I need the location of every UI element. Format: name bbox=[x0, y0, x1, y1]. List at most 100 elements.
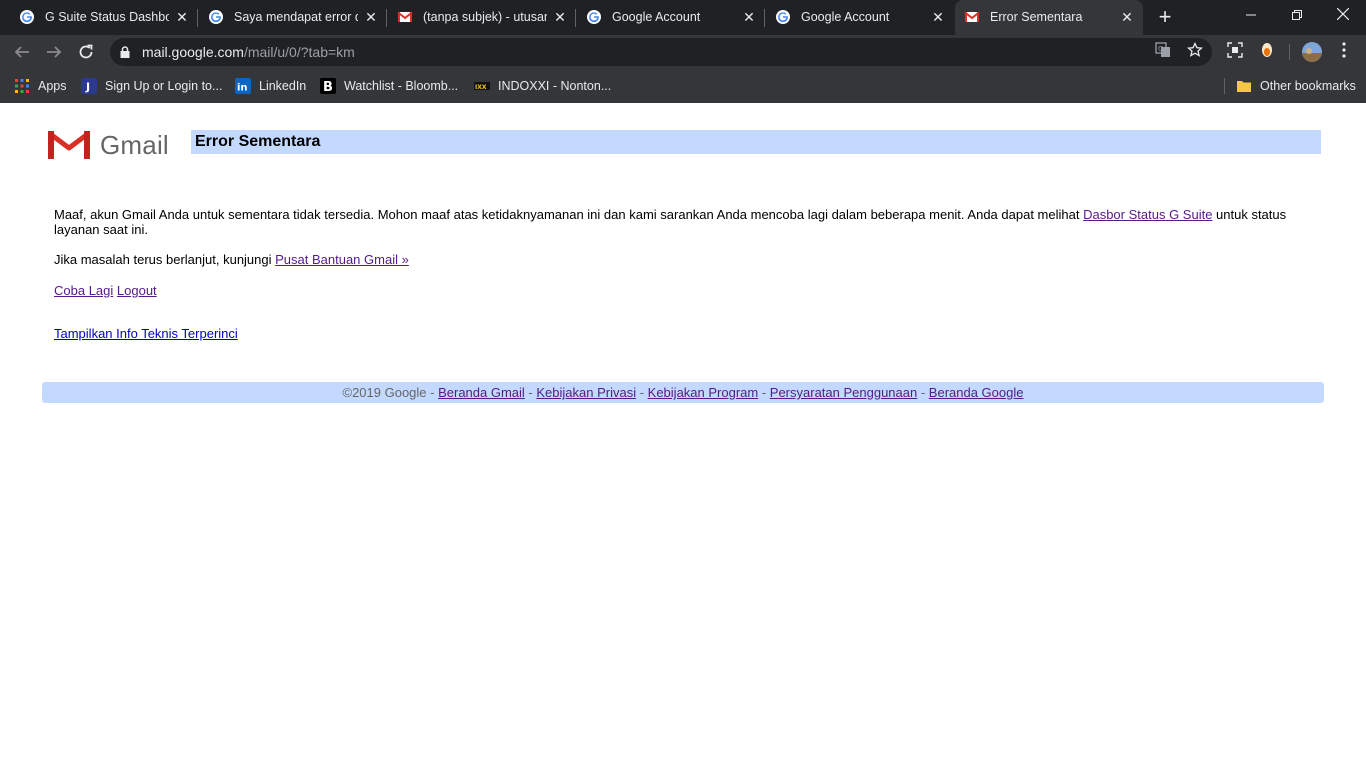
indoxxi-icon: IXX bbox=[474, 82, 490, 91]
url-host: mail.google.com bbox=[142, 44, 244, 60]
reload-button[interactable] bbox=[74, 40, 98, 64]
tab-tanpa-subjek[interactable]: (tanpa subjek) - utusan ✕ bbox=[388, 0, 574, 35]
copyright-text: ©2019 Google - bbox=[342, 385, 439, 400]
close-icon[interactable]: ✕ bbox=[1119, 9, 1135, 25]
footer-link-program-policy[interactable]: Kebijakan Program bbox=[648, 385, 759, 400]
show-technical-info-link[interactable]: Tampilkan Info Teknis Terperinci bbox=[54, 326, 238, 341]
svg-text:IXX: IXX bbox=[475, 84, 487, 91]
arrow-right-icon bbox=[47, 46, 62, 58]
back-button[interactable] bbox=[10, 40, 34, 64]
bookmark-label: Sign Up or Login to... bbox=[105, 79, 223, 93]
google-icon bbox=[587, 10, 601, 24]
page-title: Error Sementara bbox=[195, 133, 321, 150]
tab-separator bbox=[575, 9, 576, 27]
tab-saya-mendapat-error[interactable]: Saya mendapat error di ✕ bbox=[199, 0, 385, 35]
tab-title: Google Account bbox=[612, 10, 701, 24]
arrow-left-icon bbox=[14, 46, 29, 58]
close-icon[interactable]: ✕ bbox=[363, 9, 379, 25]
close-icon[interactable]: ✕ bbox=[174, 9, 190, 25]
close-icon[interactable]: ✕ bbox=[741, 9, 757, 25]
bookmarks-bar: Apps J Sign Up or Login to... in LinkedI… bbox=[0, 69, 1366, 103]
reload-icon bbox=[79, 44, 93, 59]
google-icon bbox=[20, 10, 34, 24]
new-tab-button[interactable]: + bbox=[1154, 6, 1176, 29]
bookmark-sign-up[interactable]: J Sign Up or Login to... bbox=[81, 76, 222, 96]
footer-separator: - bbox=[524, 385, 537, 400]
footer-link-privacy[interactable]: Kebijakan Privasi bbox=[536, 385, 636, 400]
bookmark-indoxxi[interactable]: IXX INDOXXI - Nonton... bbox=[474, 76, 611, 96]
toolbar-divider bbox=[1289, 44, 1290, 60]
bookmark-apps[interactable]: Apps bbox=[14, 76, 67, 96]
more-menu-icon[interactable] bbox=[1334, 42, 1354, 62]
address-bar[interactable]: mail.google.com/mail/u/0/?tab=km G bbox=[110, 38, 1212, 66]
help-message-text: Jika masalah terus berlanjut, kunjungi bbox=[54, 252, 276, 267]
tab-google-account-1[interactable]: Google Account ✕ bbox=[577, 0, 763, 35]
tab-separator bbox=[386, 9, 387, 27]
footer-separator: - bbox=[636, 385, 648, 400]
screenshot-extension-icon[interactable] bbox=[1225, 42, 1245, 62]
gmail-logo[interactable]: Gmail bbox=[48, 129, 169, 161]
page-title-bar: Error Sementara bbox=[191, 130, 1321, 154]
svg-text:B: B bbox=[323, 80, 333, 94]
star-icon[interactable] bbox=[1185, 41, 1205, 62]
close-icon bbox=[1336, 7, 1350, 21]
page-footer: ©2019 Google - Beranda Gmail - Kebijakan… bbox=[42, 382, 1324, 403]
restore-icon bbox=[1292, 10, 1302, 20]
bloomberg-icon: B bbox=[320, 78, 336, 94]
lock-icon bbox=[120, 46, 130, 58]
svg-text:in: in bbox=[237, 83, 248, 94]
tab-title: Google Account bbox=[801, 10, 890, 24]
forward-button[interactable] bbox=[42, 40, 66, 64]
footer-link-terms[interactable]: Persyaratan Penggunaan bbox=[770, 385, 917, 400]
minimize-icon bbox=[1246, 14, 1256, 16]
gsuite-status-link[interactable]: Dasbor Status G Suite bbox=[1083, 207, 1212, 222]
other-bookmarks-label: Other bookmarks bbox=[1260, 79, 1356, 93]
other-bookmarks[interactable]: Other bookmarks bbox=[1236, 76, 1356, 96]
bookmark-label: LinkedIn bbox=[259, 79, 307, 93]
translate-icon[interactable]: G bbox=[1153, 42, 1173, 62]
gmail-icon bbox=[964, 11, 980, 22]
tab-title: (tanpa subjek) - utusan bbox=[423, 10, 547, 24]
tab-separator bbox=[197, 9, 198, 27]
gmail-icon bbox=[48, 131, 90, 159]
bookmark-label: Apps bbox=[38, 79, 67, 93]
restore-button[interactable] bbox=[1274, 0, 1320, 30]
bookmark-bloomberg[interactable]: B Watchlist - Bloomb... bbox=[320, 76, 458, 96]
tab-title: Saya mendapat error di bbox=[234, 10, 358, 24]
bookmark-linkedin[interactable]: in LinkedIn bbox=[235, 76, 306, 96]
tab-title: Error Sementara bbox=[990, 10, 1083, 24]
error-message-text: Maaf, akun Gmail Anda untuk sementara ti… bbox=[54, 207, 1084, 222]
tab-separator bbox=[764, 9, 765, 27]
window-close-button[interactable] bbox=[1320, 0, 1366, 30]
profile-avatar[interactable] bbox=[1302, 42, 1322, 62]
footer-link-gmail-home[interactable]: Beranda Gmail bbox=[438, 385, 525, 400]
gmail-help-center-link[interactable]: Pusat Bantuan Gmail » bbox=[275, 252, 409, 267]
logout-link[interactable]: Logout bbox=[117, 283, 157, 298]
close-icon[interactable]: ✕ bbox=[930, 9, 946, 25]
error-message: Maaf, akun Gmail Anda untuk sementara ti… bbox=[54, 207, 1294, 237]
gmail-wordmark: Gmail bbox=[100, 129, 169, 160]
footer-link-google-home[interactable]: Beranda Google bbox=[929, 385, 1024, 400]
google-icon bbox=[776, 10, 790, 24]
browser-toolbar: mail.google.com/mail/u/0/?tab=km G bbox=[0, 35, 1366, 69]
retry-link[interactable]: Coba Lagi bbox=[54, 283, 113, 298]
footer-separator: - bbox=[758, 385, 770, 400]
footer-separator: - bbox=[917, 385, 929, 400]
action-links: Coba Lagi Logout bbox=[54, 283, 157, 298]
tab-error-sementara[interactable]: Error Sementara ✕ bbox=[955, 0, 1143, 35]
minimize-button[interactable] bbox=[1228, 0, 1274, 30]
tab-strip: G Suite Status Dashboa ✕ Saya mendapat e… bbox=[0, 0, 1366, 35]
tab-google-account-2[interactable]: Google Account ✕ bbox=[766, 0, 952, 35]
google-icon bbox=[209, 10, 223, 24]
bookmark-label: INDOXXI - Nonton... bbox=[498, 79, 612, 93]
svg-text:G: G bbox=[1158, 45, 1163, 53]
apps-grid-icon bbox=[15, 79, 29, 93]
tab-gsuite-status[interactable]: G Suite Status Dashboa ✕ bbox=[10, 0, 196, 35]
close-icon[interactable]: ✕ bbox=[552, 9, 568, 25]
folder-icon bbox=[1237, 81, 1251, 92]
url-path: /mail/u/0/?tab=km bbox=[243, 44, 355, 60]
technical-info: Tampilkan Info Teknis Terperinci bbox=[54, 326, 238, 341]
svg-text:J: J bbox=[85, 81, 90, 94]
extension-icon[interactable] bbox=[1257, 42, 1277, 62]
tab-title: G Suite Status Dashboa bbox=[45, 10, 169, 24]
